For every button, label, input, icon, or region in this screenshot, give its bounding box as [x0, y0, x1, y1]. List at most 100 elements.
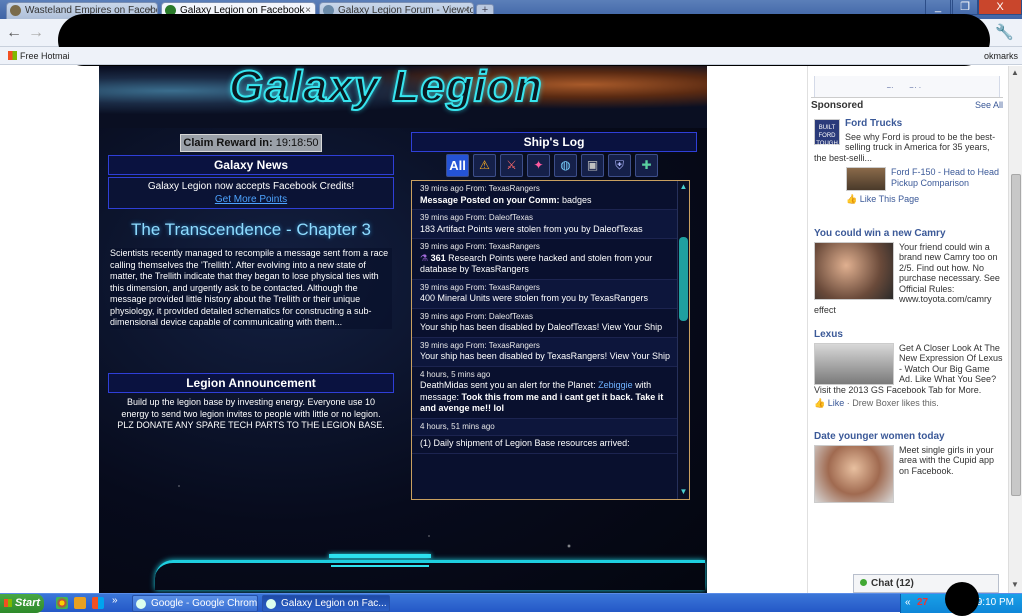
ad-title[interactable]: Ford Trucks: [814, 118, 1004, 130]
planet-icon[interactable]: ◍: [554, 154, 577, 177]
claim-reward-timer[interactable]: Claim Reward in: 19:18:50: [180, 134, 322, 152]
log-entry: 4 hours, 5 mins ago DeathMidas sent you …: [412, 367, 689, 419]
game-canvas: Galaxy Legion Claim Reward in: 19:18:50 …: [99, 66, 707, 593]
truck-image: [846, 167, 886, 191]
log-entry: 39 mins ago From: TexasRangers ⚗ 361 Res…: [412, 239, 689, 280]
log-bold: 361: [430, 252, 446, 263]
tray-notification-count[interactable]: 27: [917, 594, 928, 612]
lexus-car-image: [814, 342, 894, 385]
online-status-icon: [860, 579, 867, 586]
tray-expand-icon[interactable]: «: [905, 594, 911, 612]
ad-body: See why Ford is proud to be the best-sel…: [814, 131, 996, 163]
chat-bar[interactable]: Chat (12): [853, 574, 999, 593]
log-scrollbar[interactable]: ▲ ▼: [677, 181, 689, 499]
log-entry: 39 mins ago From: TexasRangers Your ship…: [412, 337, 689, 367]
show-older-link[interactable]: Show Older: [815, 76, 999, 88]
wrench-icon[interactable]: 🔧: [995, 23, 1014, 41]
story-text: Scientists recently managed to recompile…: [110, 248, 392, 329]
log-text: (1) Daily shipment of Legion Base resour…: [420, 438, 630, 448]
start-button[interactable]: Start: [0, 594, 44, 613]
get-more-points-link[interactable]: Get More Points: [215, 194, 287, 205]
tab-favicon-icon: [10, 5, 21, 16]
ad-dating[interactable]: Date younger women today Meet single gir…: [814, 431, 1004, 503]
log-meta: 39 mins ago From: DaleofTexas: [420, 311, 533, 321]
restore-button[interactable]: ❐: [952, 0, 978, 15]
log-scroll-thumb[interactable]: [679, 237, 688, 321]
taskbar-label: Galaxy Legion on Fac...: [281, 598, 387, 609]
log-meta: 39 mins ago From: DaleofTexas: [420, 213, 533, 222]
log-text: Research Points were hacked and stolen f…: [420, 252, 653, 275]
bookmark-hotmail[interactable]: Free Hotmai: [8, 47, 70, 65]
log-text[interactable]: Your ship has been disabled by TexasRang…: [420, 351, 681, 363]
taskbar-galaxy-legion[interactable]: Galaxy Legion on Fac...: [262, 595, 390, 612]
apps-quicklaunch-icon[interactable]: [92, 597, 104, 609]
log-entry: 39 mins ago From: DaleofTexas Your ship …: [412, 309, 689, 338]
log-meta: 39 mins ago From: TexasRangers: [420, 242, 540, 251]
ad-ford-trucks[interactable]: BUILT FORD TOUGH Ford Trucks See why Ford …: [814, 118, 1004, 205]
back-arrow-icon[interactable]: ←: [6, 24, 22, 42]
chrome-icon: [136, 599, 146, 609]
shield-icon[interactable]: ⛨: [608, 154, 631, 177]
ships-log-title: Ship's Log: [411, 132, 697, 152]
log-meta: 39 mins ago From: TexasRangers: [420, 184, 540, 193]
page-scroll-thumb[interactable]: [1011, 174, 1021, 496]
minimize-button[interactable]: _: [925, 0, 951, 15]
ad-camry[interactable]: You could win a new Camry Your friend co…: [814, 228, 1004, 315]
like-page-link[interactable]: 👍 Like This Page: [814, 191, 1004, 205]
chrome-icon: [266, 599, 276, 609]
game-logo: Galaxy Legion: [228, 66, 543, 112]
scroll-down-icon[interactable]: ▼: [678, 487, 689, 496]
log-entry: 39 mins ago From: DaleofTexas 183 Artifa…: [412, 210, 689, 239]
taskbar-google-chrome[interactable]: Google - Google Chrome: [132, 595, 258, 612]
ad-title[interactable]: Lexus: [814, 329, 1004, 341]
legion-icon[interactable]: ✚: [635, 154, 658, 177]
filter-all-button[interactable]: All: [446, 154, 469, 177]
ford-logo-icon: BUILT FORD TOUGH: [814, 119, 840, 147]
galaxy-news-title: Galaxy News: [108, 155, 394, 175]
bookmark-label: Free Hotmai: [20, 51, 70, 61]
log-text: badges: [559, 194, 592, 205]
ad-title[interactable]: Date younger women today: [814, 431, 1004, 443]
forward-arrow-icon[interactable]: →: [28, 24, 44, 42]
ad-lexus[interactable]: Lexus Get A Closer Look At The New Expre…: [814, 329, 1004, 409]
folder-quicklaunch-icon[interactable]: [74, 597, 86, 609]
planet-link[interactable]: Zebiggie: [598, 380, 633, 390]
crate-icon[interactable]: ▣: [581, 154, 604, 177]
clock[interactable]: 9:10 PM: [977, 594, 1014, 612]
see-all-link[interactable]: See All: [975, 100, 1003, 110]
other-bookmarks[interactable]: okmarks: [984, 47, 1018, 65]
log-text: 183 Artifact Points were stolen from you…: [420, 223, 643, 234]
log-text: DeathMidas sent you an alert for the Pla…: [420, 380, 599, 390]
like-link[interactable]: 👍 Like · Drew Boxer likes this.: [814, 395, 1004, 409]
combat-icon[interactable]: ⚔: [500, 154, 523, 177]
like-extra: · Drew Boxer likes this.: [844, 398, 939, 408]
galaxy-news-box: Galaxy Legion now accepts Facebook Credi…: [108, 177, 394, 209]
sponsored-label: Sponsored: [811, 100, 864, 111]
log-text[interactable]: Your ship has been disabled by DaleofTex…: [420, 322, 681, 334]
chat-label: Chat (12): [871, 578, 914, 589]
windows-logo-icon: [8, 51, 17, 60]
neon-decoration: [329, 554, 431, 558]
windows-taskbar: Start » Google - Google Chrome Galaxy Le…: [0, 593, 1022, 613]
scroll-up-icon[interactable]: ▲: [678, 182, 689, 191]
log-bold: Message Posted on your Comm:: [420, 194, 560, 205]
log-entry: 39 mins ago From: TexasRangers Message P…: [412, 181, 689, 210]
chrome-quicklaunch-icon[interactable]: [56, 597, 68, 609]
chapter-title: The Transcendence - Chapter 3: [130, 220, 372, 239]
ships-log-filter-tabs: All ⚠ ⚔ ✦ ◍ ▣ ⛨ ✚: [446, 154, 662, 178]
taskbar-label: Google - Google Chrome: [151, 598, 258, 609]
ad-title[interactable]: You could win a new Camry: [814, 228, 1004, 240]
alert-icon[interactable]: ✦: [527, 154, 550, 177]
close-window-button[interactable]: X: [978, 0, 1022, 15]
legion-announcement-text: Build up the legion base by investing en…: [117, 397, 385, 430]
warning-icon[interactable]: ⚠: [473, 154, 496, 177]
scroll-up-icon[interactable]: ▲: [1011, 68, 1019, 77]
like-label: Like This Page: [859, 194, 920, 204]
legion-announcement-title: Legion Announcement: [108, 373, 394, 393]
flask-icon: ⚗: [420, 252, 429, 263]
scroll-down-icon[interactable]: ▼: [1011, 580, 1019, 589]
chevron-right-icon[interactable]: »: [112, 595, 118, 606]
ships-log-list[interactable]: 39 mins ago From: TexasRangers Message P…: [411, 180, 690, 500]
log-meta: 4 hours, 51 mins ago: [420, 421, 495, 431]
page-scrollbar[interactable]: ▲ ▼: [1008, 66, 1022, 593]
